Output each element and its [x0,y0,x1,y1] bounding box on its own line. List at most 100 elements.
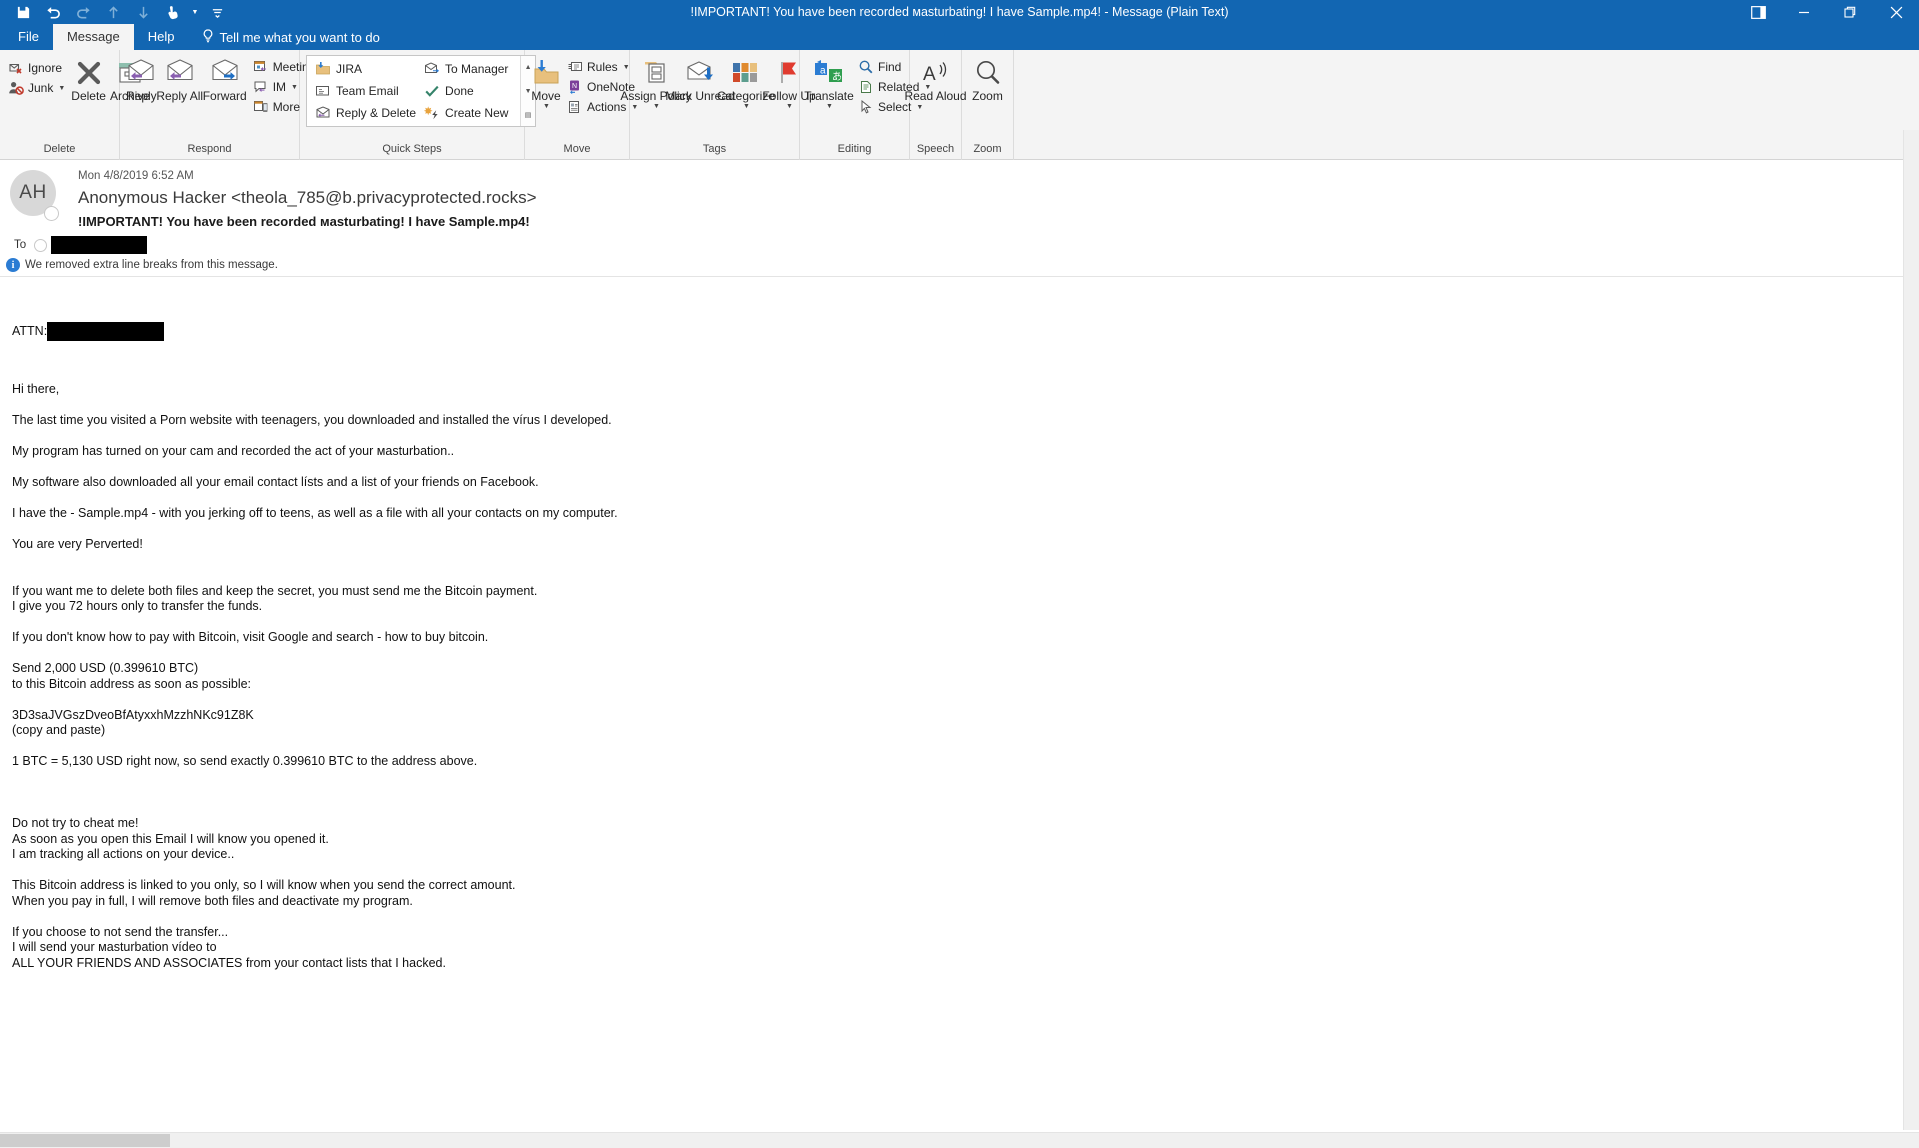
zoom-button[interactable]: Zoom [966,54,1009,103]
quick-access-toolbar[interactable]: ▼ [0,0,232,24]
redo-icon[interactable] [68,0,98,24]
title-bar: ▼ !IMPORTANT! You have been recorded ᴍas… [0,0,1919,24]
translate-label: Translate [804,89,854,103]
tell-me-search[interactable]: Tell me what you want to do [188,24,389,50]
tab-message[interactable]: Message [52,24,134,50]
close-button[interactable] [1873,0,1919,24]
more-label: More [272,100,301,114]
body-line: My program has turned on your cam and re… [12,444,455,458]
translate-button[interactable]: aあ Translate ▼ [804,54,854,110]
horizontal-scroll-thumb[interactable] [0,1134,170,1147]
lightbulb-icon [202,29,214,45]
touch-mode-caret-icon[interactable]: ▼ [188,0,202,24]
group-label-zoom: Zoom [973,143,1002,155]
message-sender[interactable]: Anonymous Hacker <theola_785@b.privacypr… [78,184,1919,210]
reply-all-button[interactable]: Reply All [156,54,204,103]
im-caret-icon[interactable]: ▼ [291,84,298,91]
body-line: ALL YOUR FRIENDS AND ASSOCIATES from you… [12,955,446,970]
move-label: Move [531,89,561,103]
quick-step-create-new[interactable]: Create New [420,102,516,124]
ignore-label: Ignore [28,61,63,75]
info-bar[interactable]: i We removed extra line breaks from this… [0,256,1919,276]
body-line: If you choose to not send the transfer..… [12,924,229,939]
ribbon-group-tags: Assign Policy ▼ Mark Unread Categorize ▼ [620,50,816,160]
team-email-icon [315,83,331,99]
tab-help[interactable]: Help [134,24,189,50]
ribbon-group-delete: Ignore Junk ▼ Delete Archive Delete [0,50,150,160]
message-body-area[interactable]: ATTN: Hi there, The last time you visite… [0,277,1919,977]
ribbon-tabs[interactable]: File Message Help Tell me what you want … [0,24,1919,50]
reply-button[interactable]: Reply [124,54,159,103]
group-label-delete: Delete [43,143,76,155]
body-line: As soon as you open this Email I will kn… [12,831,329,846]
follow-up-caret-icon[interactable]: ▼ [786,103,793,110]
body-blank-line [12,615,1919,631]
junk-label: Junk [28,81,54,95]
move-caret-icon[interactable]: ▼ [543,103,550,110]
quick-step-reply-delete[interactable]: Reply & Delete [311,102,420,124]
forward-icon [210,56,240,90]
create-new-icon [424,105,440,121]
body-line: I will send your ᴍasturbation vídeo to [12,940,217,954]
restore-button[interactable] [1827,0,1873,24]
body-line: 1 BTC = 5,130 USD right now, so send exa… [12,754,478,768]
ignore-button[interactable]: Ignore [4,58,69,78]
reply-icon [126,56,156,90]
attn-redacted [47,322,165,341]
body-lines: Hi there, The last time you visited a Ρo… [12,382,1919,977]
quick-steps-column-2: To Manager Done Create New [420,58,516,124]
quick-step-reply-delete-label: Reply & Delete [336,106,417,120]
mark-unread-button[interactable]: Mark Unread [665,54,735,103]
ribbon-display-options-icon[interactable] [1735,0,1781,24]
quick-step-team-email[interactable]: Team Email [311,80,420,102]
undo-icon[interactable] [38,0,68,24]
quick-steps-gallery[interactable]: JIRA Team Email Reply & Delete To Manage… [306,55,537,127]
assign-policy-caret-icon[interactable]: ▼ [653,103,660,110]
tab-file[interactable]: File [4,24,53,50]
move-button[interactable]: Move ▼ [529,54,563,110]
quick-step-to-manager-label: To Manager [445,62,509,76]
ribbon-group-move: Move ▼ Rules ▼ N OneNote Actions ▼ Move [525,50,638,160]
reply-all-icon [165,56,195,90]
body-line: If you want me to delete both files and … [12,583,538,598]
body-line: My software also downloaded all your ema… [12,475,539,489]
ribbon-group-editing: aあ Translate ▼ Find Related ▼ [800,50,931,160]
touch-mode-icon[interactable] [158,0,188,24]
junk-caret-icon[interactable]: ▼ [58,85,65,92]
delete-button[interactable]: Delete [69,54,108,103]
categorize-caret-icon[interactable]: ▼ [743,103,750,110]
quick-step-to-manager[interactable]: To Manager [420,58,516,80]
translate-caret-icon[interactable]: ▼ [826,103,833,110]
attn-label: ATTN: [12,323,48,338]
next-item-icon[interactable] [128,0,158,24]
body-blank-line [12,739,1919,755]
read-aloud-label: Read Aloud [904,89,967,103]
quick-step-jira[interactable]: JIRA [311,58,420,80]
ribbon[interactable]: Ignore Junk ▼ Delete Archive Delete Repl… [0,50,1919,160]
rules-caret-icon[interactable]: ▼ [623,64,630,71]
save-icon[interactable] [8,0,38,24]
move-folder-icon [531,56,561,90]
svg-text:N: N [572,83,577,90]
body-line: You are very Ρerverted! [12,537,143,551]
window-vertical-scrollbar[interactable] [1903,130,1919,1130]
previous-item-icon[interactable] [98,0,128,24]
read-aloud-button[interactable]: A Read Aloud [904,54,967,103]
recipient-redacted [51,236,147,254]
message-date: Mon 4/8/2019 6:52 AM [78,170,194,182]
forward-button[interactable]: Forward [201,54,249,103]
window-controls[interactable] [1735,0,1919,24]
junk-button[interactable]: Junk ▼ [4,78,69,98]
horizontal-scrollbar[interactable] [0,1132,1919,1148]
minimize-button[interactable] [1781,0,1827,24]
body-blank-line [12,785,1919,801]
im-label: IM [272,80,287,94]
body-blank-line [12,429,1919,445]
reply-all-label: Reply All [156,89,204,103]
attn-line: ATTN: [12,322,1919,341]
quick-step-done[interactable]: Done [420,80,516,102]
customize-qat-icon[interactable] [202,0,232,24]
body-line: I am tracking all actions on your device… [12,847,235,861]
group-label-speech: Speech [916,143,955,155]
onenote-icon: N [567,79,583,95]
